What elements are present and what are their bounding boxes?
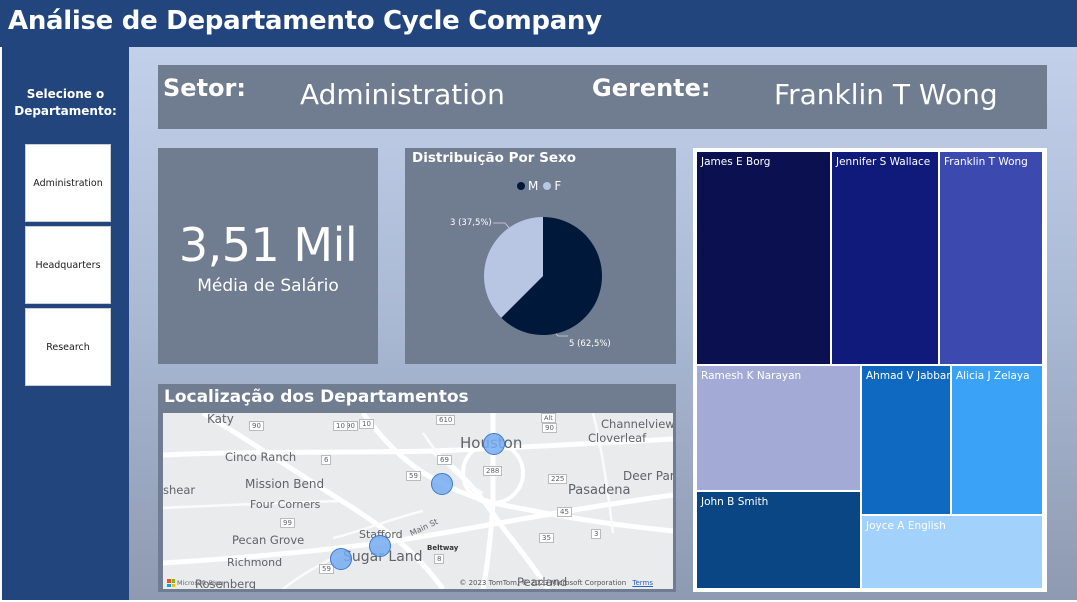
salary-kpi-value: 3,51 Mil: [178, 218, 358, 272]
map-road-shield: 3: [591, 529, 602, 539]
map-road-shield: Alt: [541, 413, 556, 423]
treemap-cell-franklin-t-wong[interactable]: Franklin T Wong: [940, 152, 1042, 364]
map-road-shield: 90: [249, 421, 264, 431]
treemap-cell-james-e-borg[interactable]: James E Borg: [697, 152, 830, 364]
manager-value: Franklin T Wong: [774, 78, 998, 111]
map-place-beltway: Beltway: [427, 544, 459, 552]
map-place-channelview: Channelview: [601, 417, 673, 431]
pie-data-label-f: 3 (37,5%): [450, 218, 492, 228]
map-place-cinco-ranch: Cinco Ranch: [225, 450, 297, 464]
department-map[interactable]: Katy Channelview Cloverleaf Houston Cinc…: [163, 413, 673, 589]
map-road-shield: 45: [557, 507, 572, 517]
slicer-button-research[interactable]: Research: [25, 308, 111, 386]
map-road-shield: 6: [321, 455, 332, 465]
map-place-brookshire: shear: [163, 483, 196, 497]
report-title: Análise de Departamento Cycle Company: [8, 6, 602, 36]
map-place-mission-bend: Mission Bend: [245, 477, 325, 491]
map-location-bubble[interactable]: [431, 473, 453, 495]
sector-label: Setor:: [163, 74, 246, 102]
map-location-bubble[interactable]: [369, 535, 391, 557]
map-road-shield: 10: [333, 421, 348, 431]
bing-logo-text: Microsoft Bing: [177, 579, 224, 587]
map-place-pasadena: Pasadena: [568, 483, 631, 498]
slicer-button-administration[interactable]: Administration: [25, 144, 111, 222]
slicer-title-line-2: Departamento:: [14, 104, 117, 118]
map-place-deer-park: Deer Par: [623, 469, 673, 483]
treemap-cell-john-b-smith[interactable]: John B Smith: [697, 492, 860, 588]
treemap-cell-ahmad-v-jabbar[interactable]: Ahmad V Jabbar: [862, 366, 950, 514]
map-credit-text: © 2023 TomTom, © 2023 Microsoft Corporat…: [459, 579, 627, 587]
map-road-shield: 10: [359, 419, 374, 429]
report-canvas: Setor: Administration Gerente: Franklin …: [129, 47, 1077, 600]
map-road-shield: 69: [437, 455, 452, 465]
treemap-cell-alicia-j-zelaya[interactable]: Alicia J Zelaya: [952, 366, 1042, 514]
salary-kpi-label: Média de Salário: [197, 276, 339, 296]
map-road-shield: 59: [406, 471, 421, 481]
map-attribution: © 2023 TomTom, © 2023 Microsoft Corporat…: [459, 579, 653, 587]
map-place-four-corners: Four Corners: [250, 498, 321, 511]
salary-kpi-card: 3,51 Mil Média de Salário: [158, 148, 378, 364]
microsoft-logo-icon: [167, 579, 175, 587]
map-road-shield: 35: [539, 533, 554, 543]
map-location-bubble[interactable]: [330, 548, 352, 570]
map-road-shield: 225: [548, 474, 568, 484]
department-slicer-panel: Selecione o Departamento: Administration…: [2, 47, 129, 600]
map-road-shield: 8: [434, 554, 445, 564]
manager-label: Gerente:: [592, 74, 711, 102]
report-header: Análise de Departamento Cycle Company: [0, 0, 1077, 47]
slicer-title: Selecione o Departamento:: [2, 86, 129, 120]
gender-pie-card: Distribuição Por Sexo M F 3 (37,5%) 5 (6…: [405, 148, 676, 364]
map-terms-link[interactable]: Terms: [632, 579, 653, 587]
map-card: Localização dos Departamentos Katy Chann…: [158, 384, 676, 592]
treemap-cell-ramesh-k-narayan[interactable]: Ramesh K Narayan: [697, 366, 860, 490]
map-road-shield: 288: [483, 466, 503, 476]
treemap-cell-joyce-a-english[interactable]: Joyce A English: [862, 516, 1042, 588]
treemap-cell-jennifer-s-wallace[interactable]: Jennifer S Wallace: [832, 152, 938, 364]
pie-data-label-m: 5 (62,5%): [569, 339, 611, 349]
pie-chart: [484, 217, 602, 337]
map-place-katy: Katy: [207, 413, 234, 426]
map-title: Localização dos Departamentos: [164, 387, 469, 407]
map-place-pecan-grove: Pecan Grove: [232, 533, 305, 547]
slicer-button-headquarters[interactable]: Headquarters: [25, 226, 111, 304]
map-location-bubble[interactable]: [483, 433, 505, 455]
map-place-richmond: Richmond: [227, 556, 283, 569]
sector-manager-card: Setor: Administration Gerente: Franklin …: [158, 65, 1047, 129]
map-road-shield: 90: [542, 423, 557, 433]
employee-treemap: James E Borg Jennifer S Wallace Franklin…: [693, 148, 1047, 592]
map-place-cloverleaf: Cloverleaf: [588, 431, 647, 445]
slicer-title-line-1: Selecione o: [26, 87, 105, 101]
map-road-shield: 99: [280, 518, 295, 528]
map-road-shield: 610: [436, 415, 456, 425]
bing-logo: Microsoft Bing: [167, 579, 223, 587]
sector-value: Administration: [300, 78, 505, 111]
